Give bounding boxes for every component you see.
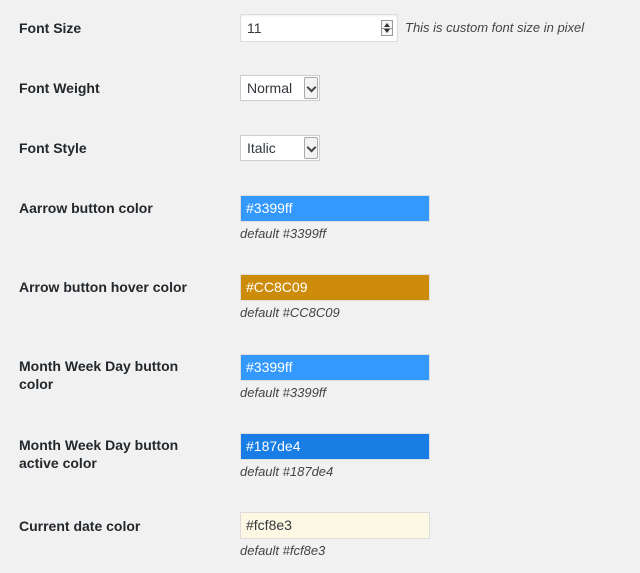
chevron-down-icon: [306, 82, 317, 93]
mwd-color-label: Month Week Day button color: [19, 358, 179, 392]
font-size-input[interactable]: 11: [240, 14, 398, 42]
font-size-label: Font Size: [19, 20, 82, 36]
font-weight-select[interactable]: Normal: [240, 75, 320, 101]
font-style-selected: Italic: [247, 140, 276, 156]
font-weight-selected: Normal: [247, 80, 293, 96]
arrow-hover-color-default: default #CC8C09: [240, 305, 340, 320]
font-weight-dropdown-toggle[interactable]: [304, 77, 318, 99]
current-date-color-label: Current date color: [19, 518, 141, 534]
stepper-down-icon[interactable]: [384, 29, 390, 33]
mwd-active-color-input[interactable]: #187de4: [240, 433, 430, 460]
arrow-color-input[interactable]: #3399ff: [240, 195, 430, 222]
font-style-label: Font Style: [19, 140, 87, 156]
font-size-value: 11: [247, 20, 262, 36]
current-date-color-value: #fcf8e3: [246, 517, 292, 533]
mwd-active-color-label: Month Week Day button active color: [19, 437, 179, 471]
font-size-stepper[interactable]: [381, 20, 393, 36]
font-style-select[interactable]: Italic: [240, 135, 320, 161]
mwd-color-default: default #3399ff: [240, 385, 327, 400]
font-size-hint: This is custom font size in pixel: [405, 20, 585, 35]
arrow-color-default: default #3399ff: [240, 226, 327, 241]
mwd-active-color-value: #187de4: [246, 438, 301, 454]
arrow-color-label: Aarrow button color: [19, 200, 153, 216]
mwd-color-input[interactable]: #3399ff: [240, 354, 430, 381]
arrow-hover-color-input[interactable]: #CC8C09: [240, 274, 430, 301]
current-date-color-input[interactable]: #fcf8e3: [240, 512, 430, 539]
current-date-color-default: default #fcf8e3: [240, 543, 326, 558]
font-style-dropdown-toggle[interactable]: [304, 137, 318, 159]
arrow-color-value: #3399ff: [246, 200, 293, 216]
mwd-color-value: #3399ff: [246, 359, 293, 375]
mwd-active-color-default: default #187de4: [240, 464, 334, 479]
arrow-hover-color-value: #CC8C09: [246, 279, 308, 295]
font-weight-label: Font Weight: [19, 80, 100, 96]
stepper-up-icon[interactable]: [384, 23, 390, 27]
chevron-down-icon: [306, 142, 317, 153]
arrow-hover-color-label: Arrow button hover color: [19, 279, 187, 295]
